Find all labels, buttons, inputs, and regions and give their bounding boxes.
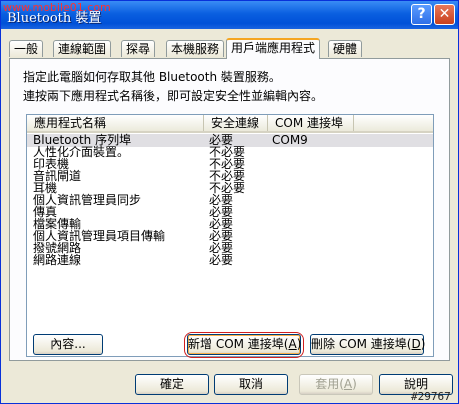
title-bar[interactable]: Bluetooth 裝置 www.mobile01.com ? ✕	[1, 1, 458, 29]
secure-cell: 必要	[209, 253, 234, 267]
cancel-button[interactable]: 取消	[214, 374, 288, 395]
remove-com-label: 刪除 COM 連接埠(	[311, 337, 412, 351]
apply-accesskey: A	[343, 377, 353, 391]
watermark: www.mobile01.com	[3, 1, 111, 14]
tab-range[interactable]: 連線範圍	[53, 40, 112, 57]
column-header-com[interactable]: COM 連接埠	[268, 115, 354, 131]
remove-com-port-button[interactable]: 刪除 COM 連接埠(D)	[310, 334, 426, 355]
column-header-secure[interactable]: 安全連線	[204, 115, 268, 131]
tab-client-applications[interactable]: 用戶端應用程式	[226, 38, 321, 59]
application-list[interactable]: 應用程式名稱 安全連線 COM 連接埠 Bluetooth 序列埠 必要 COM9 人…	[26, 114, 434, 357]
remove-com-suffix: )	[420, 337, 426, 351]
highlight-ring	[184, 332, 304, 358]
help-title-button[interactable]: ?	[411, 4, 432, 25]
properties-button[interactable]: 內容...	[33, 334, 103, 355]
dialog-window: Bluetooth 裝置 www.mobile01.com ? ✕ 一般 連線範…	[0, 0, 459, 404]
image-id-badge: #29767	[411, 390, 451, 403]
ok-button[interactable]: 確定	[135, 374, 209, 395]
tab-general[interactable]: 一般	[9, 40, 44, 57]
remove-com-accesskey: D	[411, 337, 421, 351]
tab-local-services[interactable]: 本機服務	[166, 40, 225, 57]
description-line-1: 指定此電腦如何存取其他 Bluetooth 裝置服務。	[23, 70, 281, 84]
tab-discovery[interactable]: 探尋	[121, 40, 156, 57]
list-item[interactable]: 網路連線 必要	[27, 254, 433, 267]
column-header-name[interactable]: 應用程式名稱	[27, 115, 204, 131]
tab-panel: 指定此電腦如何存取其他 Bluetooth 裝置服務。 連按兩下應用程式名稱後，…	[9, 58, 450, 361]
app-name-cell: 網路連線	[33, 253, 82, 267]
list-header: 應用程式名稱 安全連線 COM 連接埠	[27, 115, 433, 133]
tab-hardware[interactable]: 硬體	[328, 40, 363, 57]
apply-button[interactable]: 套用(A)	[299, 374, 373, 395]
apply-label: 套用(	[315, 377, 344, 391]
close-button[interactable]: ✕	[434, 4, 455, 25]
apply-suffix: )	[352, 377, 357, 391]
description-line-2: 連按兩下應用程式名稱後，即可設定安全性並編輯內容。	[23, 89, 324, 103]
